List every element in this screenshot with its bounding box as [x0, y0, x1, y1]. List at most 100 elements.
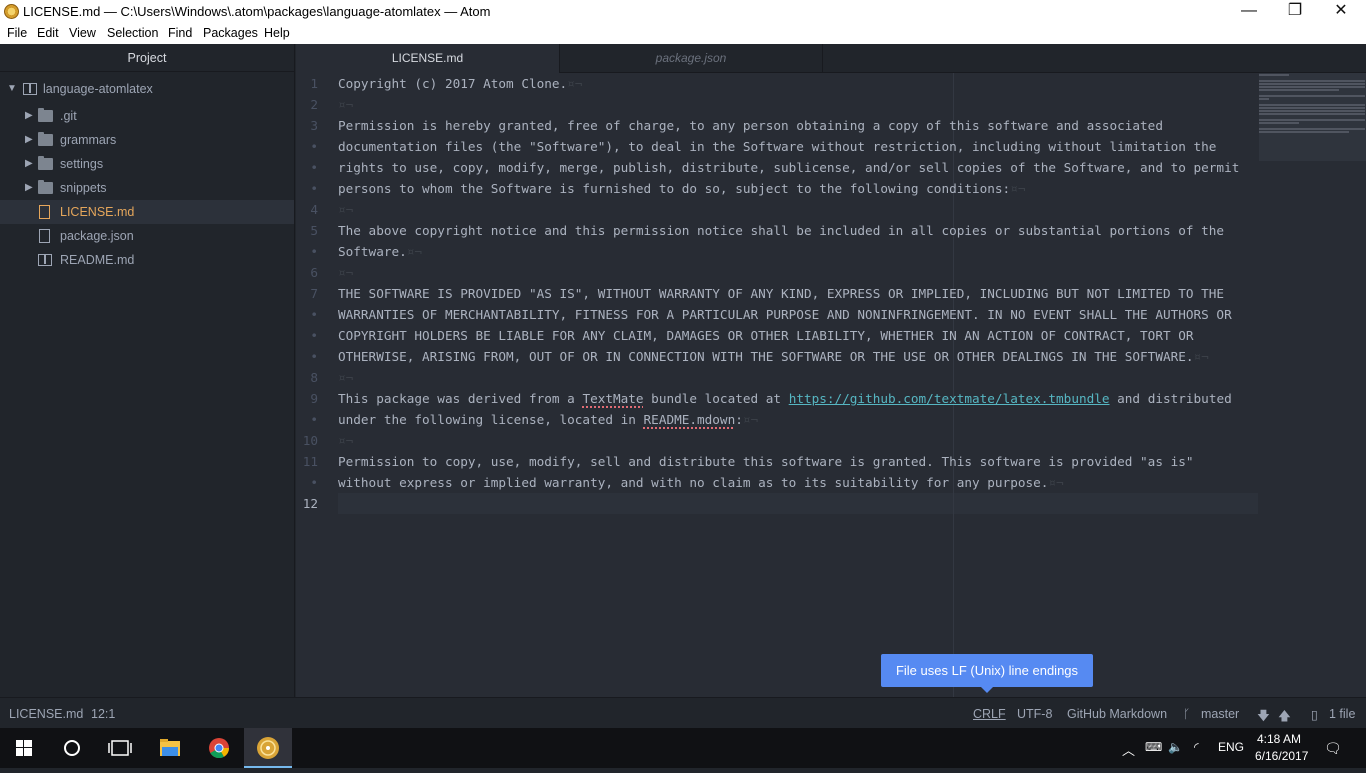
- line-ending-tooltip: File uses LF (Unix) line endings: [881, 654, 1093, 693]
- line-number: •: [310, 244, 318, 259]
- maximize-button[interactable]: ❐: [1272, 0, 1318, 23]
- spelling-error: README.mdown: [643, 412, 736, 427]
- chevron-right-icon: ▶: [25, 134, 33, 145]
- minimap-line: [1259, 119, 1365, 121]
- tree-item-package-json[interactable]: package.json: [0, 224, 294, 248]
- cursor-line-highlight: [338, 493, 1258, 514]
- menu-view[interactable]: View: [69, 26, 96, 40]
- line-number: •: [310, 307, 318, 322]
- tree-root-label: language-atomlatex: [43, 82, 153, 96]
- code-line: ¤¬: [338, 265, 354, 280]
- folder-icon: [38, 156, 53, 170]
- start-button[interactable]: [0, 728, 48, 768]
- file-code-icon: [39, 229, 50, 243]
- close-button[interactable]: ✕: [1318, 0, 1364, 23]
- code-line: WARRANTIES OF MERCHANTABILITY, FITNESS F…: [338, 307, 1232, 322]
- task-view-button[interactable]: [96, 728, 144, 768]
- taskbar-atom[interactable]: [244, 728, 292, 768]
- code-line: Copyright (c) 2017 Atom Clone.¤¬: [338, 76, 583, 91]
- title-bar: LICENSE.md — C:\Users\Windows\.atom\pack…: [0, 0, 1366, 23]
- line-number: •: [310, 160, 318, 175]
- tree-item-label: settings: [60, 157, 104, 171]
- folder-icon: [160, 739, 180, 756]
- minimap-line: [1259, 83, 1365, 85]
- status-grammar[interactable]: GitHub Markdown: [1067, 707, 1167, 721]
- status-line-ending[interactable]: CRLF: [973, 707, 1006, 721]
- status-changed-files[interactable]: 1 file: [1329, 707, 1355, 721]
- language-indicator[interactable]: ENG: [1218, 740, 1244, 754]
- line-number: 6: [310, 265, 318, 280]
- tree-item-license[interactable]: LICENSE.md: [0, 200, 294, 224]
- minimap[interactable]: [1259, 73, 1366, 161]
- taskbar-chrome[interactable]: [195, 728, 243, 768]
- tree-item-label: snippets: [60, 181, 107, 195]
- menu-packages[interactable]: Packages: [203, 26, 258, 40]
- tree-root-folder[interactable]: ▼ language-atomlatex: [0, 77, 294, 101]
- line-number: •: [310, 328, 318, 343]
- line-number: •: [310, 412, 318, 427]
- file-diff-icon: ▯: [1311, 708, 1318, 722]
- cortana-search-button[interactable]: [48, 728, 96, 768]
- tree-item-label: README.md: [60, 253, 135, 267]
- input-method-icon[interactable]: ⌨: [1145, 740, 1162, 754]
- tree-item-label: LICENSE.md: [60, 205, 135, 219]
- tab-package-json[interactable]: package.json: [559, 44, 823, 73]
- tree-item-label: grammars: [60, 133, 117, 147]
- minimap-line: [1259, 113, 1365, 115]
- tree-item-settings[interactable]: ▶ settings: [0, 152, 294, 176]
- clock-time[interactable]: 4:18 AM: [1257, 732, 1301, 746]
- minimap-line: [1259, 89, 1339, 91]
- taskbar-file-explorer[interactable]: [146, 728, 194, 768]
- code-line: Permission to copy, use, modify, sell an…: [338, 454, 1194, 469]
- menu-selection[interactable]: Selection: [107, 26, 158, 40]
- menu-file[interactable]: File: [7, 26, 27, 40]
- status-encoding[interactable]: UTF-8: [1017, 707, 1052, 721]
- tree-item-label: .git: [60, 109, 77, 123]
- url-link[interactable]: https://github.com/textmate/latex.tmbund…: [789, 391, 1110, 406]
- code-line: COPYRIGHT HOLDERS BE LIABLE FOR ANY CLAI…: [338, 328, 1194, 343]
- clock-date[interactable]: 6/16/2017: [1255, 749, 1308, 763]
- line-number: 12: [302, 496, 318, 511]
- menu-help[interactable]: Help: [264, 26, 290, 40]
- minimap-line: [1259, 98, 1269, 100]
- windows-logo-icon: [16, 740, 32, 756]
- status-git-branch[interactable]: master: [1201, 707, 1239, 721]
- status-file-name[interactable]: LICENSE.md: [9, 707, 83, 721]
- code-line: Permission is hereby granted, free of ch…: [338, 118, 1163, 133]
- line-number: 2: [310, 97, 318, 112]
- minimize-button[interactable]: —: [1226, 0, 1272, 23]
- line-number: 1: [310, 76, 318, 91]
- git-pull-icon[interactable]: 🡇: [1257, 707, 1270, 728]
- tree-item-readme[interactable]: README.md: [0, 248, 294, 272]
- status-cursor-position[interactable]: 12:1: [91, 707, 115, 721]
- window-title: LICENSE.md — C:\Users\Windows\.atom\pack…: [23, 4, 491, 19]
- code-line: ¤¬: [338, 202, 354, 217]
- line-number: •: [310, 181, 318, 196]
- tree-item-grammars[interactable]: ▶ grammars: [0, 128, 294, 152]
- text-editor[interactable]: 1 2 3 • • • 4 5 • 6 7 • • • 8 9 • 10 11 • 12 Copyright (c) 2…: [296, 73, 1366, 697]
- code-line: ¤¬: [338, 433, 354, 448]
- chevron-right-icon: ▶: [25, 110, 33, 121]
- line-number: •: [310, 475, 318, 490]
- line-number: 4: [310, 202, 318, 217]
- minimap-line: [1259, 107, 1365, 109]
- spelling-error: TextMate: [582, 391, 644, 406]
- tree-item-git[interactable]: ▶ .git: [0, 104, 294, 128]
- project-panel-header: Project: [0, 44, 294, 72]
- git-push-icon[interactable]: 🡅: [1278, 707, 1291, 728]
- minimap-line: [1259, 80, 1365, 82]
- line-number: 10: [302, 433, 318, 448]
- line-number: •: [310, 139, 318, 154]
- tab-license-md[interactable]: LICENSE.md: [296, 44, 559, 73]
- menu-find[interactable]: Find: [168, 26, 192, 40]
- menu-edit[interactable]: Edit: [37, 26, 59, 40]
- volume-icon[interactable]: 🔈: [1168, 740, 1183, 754]
- code-line: THE SOFTWARE IS PROVIDED "AS IS", WITHOU…: [338, 286, 1225, 301]
- network-icon[interactable]: ◜: [1194, 740, 1199, 754]
- tree-item-snippets[interactable]: ▶ snippets: [0, 176, 294, 200]
- show-hidden-icons[interactable]: ︿: [1122, 740, 1135, 759]
- line-number: 9: [310, 391, 318, 406]
- book-icon: [38, 254, 52, 266]
- repo-icon: [23, 83, 37, 95]
- action-center-icon[interactable]: 🗨: [1324, 740, 1342, 757]
